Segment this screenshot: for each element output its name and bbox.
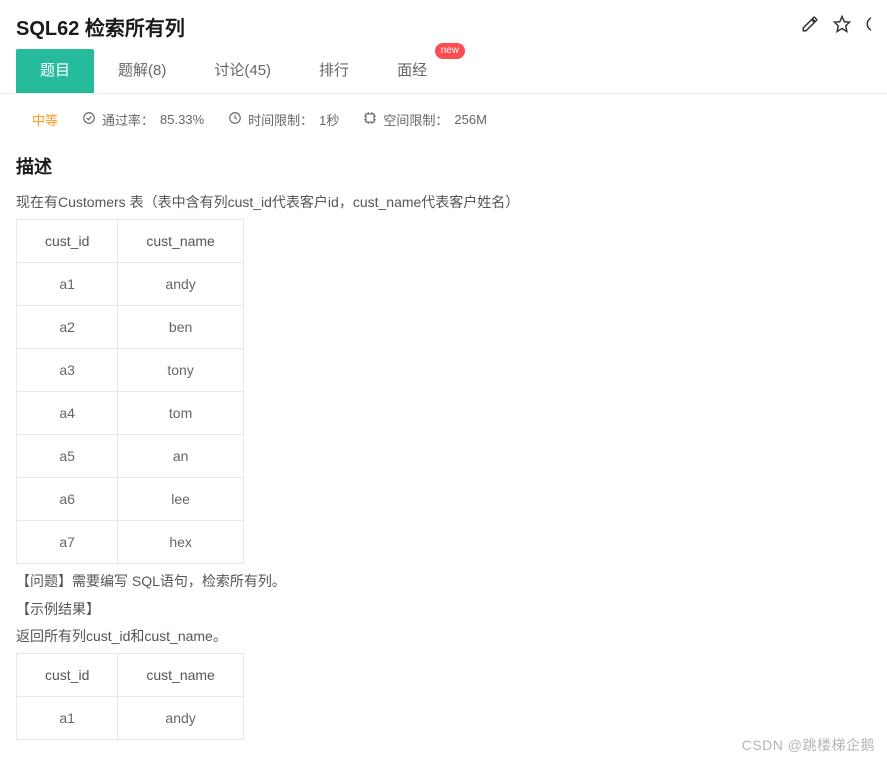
time-limit: 时间限制： 1秒 — [228, 110, 339, 129]
th-cust-name: cust_name — [118, 219, 243, 262]
table-cell: a6 — [17, 477, 118, 520]
pass-value: 85.33% — [160, 112, 204, 127]
table-cell: an — [118, 434, 243, 477]
space-value: 256M — [454, 112, 487, 127]
th2-cust-id: cust_id — [17, 654, 118, 697]
meta-row: 中等 通过率： 85.33% 时间限制： 1秒 空间限制： 256M — [0, 94, 887, 145]
table-row: a1andy — [17, 697, 244, 740]
pass-rate: 通过率： 85.33% — [82, 110, 204, 129]
star-icon[interactable] — [833, 15, 851, 38]
table-cell: a1 — [17, 262, 118, 305]
th-cust-id: cust_id — [17, 219, 118, 262]
th2-cust-name: cust_name — [118, 654, 243, 697]
table-cell: tony — [118, 348, 243, 391]
table-cell: a7 — [17, 520, 118, 563]
time-label: 时间限制： — [248, 110, 313, 129]
tab-ranking[interactable]: 排行 — [295, 49, 373, 93]
memory-icon — [363, 111, 377, 128]
page-title: SQL62 检索所有列 — [16, 12, 185, 41]
table-row: a6lee — [17, 477, 244, 520]
header-actions — [801, 15, 871, 38]
table-cell: lee — [118, 477, 243, 520]
space-limit: 空间限制： 256M — [363, 110, 487, 129]
table-cell: hex — [118, 520, 243, 563]
table-row: a1andy — [17, 262, 244, 305]
content: 描述 现在有Customers 表（表中含有列cust_id代表客户id，cus… — [0, 153, 887, 740]
tab-problem[interactable]: 题目 — [16, 49, 94, 93]
space-label: 空间限制： — [383, 110, 448, 129]
difficulty-badge: 中等 — [32, 110, 58, 129]
table-cell: a4 — [17, 391, 118, 434]
time-value: 1秒 — [319, 110, 339, 129]
tab-interview[interactable]: 面经 new — [373, 49, 451, 93]
table-cell: a5 — [17, 434, 118, 477]
intro-text: 现在有Customers 表（表中含有列cust_id代表客户id，cust_n… — [16, 191, 871, 215]
tab-solutions[interactable]: 题解(8) — [94, 49, 190, 93]
tab-interview-label: 面经 — [397, 62, 427, 79]
table-cell: andy — [118, 697, 243, 740]
table-cell: andy — [118, 262, 243, 305]
customers-table-1: cust_id cust_name a1andya2bena3tonya4tom… — [16, 219, 244, 564]
table-row: a7hex — [17, 520, 244, 563]
table-row: a2ben — [17, 305, 244, 348]
more-icon[interactable] — [865, 15, 871, 38]
check-icon — [82, 111, 96, 128]
table-row: a4tom — [17, 391, 244, 434]
desc-heading: 描述 — [16, 153, 871, 179]
tabs: 题目 题解(8) 讨论(45) 排行 面经 new — [0, 49, 887, 94]
tab-discussion[interactable]: 讨论(45) — [190, 49, 295, 93]
edit-icon[interactable] — [801, 15, 819, 38]
question-line: 【问题】需要编写 SQL语句，检索所有列。 — [16, 570, 871, 594]
clock-icon — [228, 111, 242, 128]
page-header: SQL62 检索所有列 — [0, 0, 887, 49]
table-cell: ben — [118, 305, 243, 348]
table-cell: tom — [118, 391, 243, 434]
table-cell: a1 — [17, 697, 118, 740]
table-cell: a2 — [17, 305, 118, 348]
table-row: a5an — [17, 434, 244, 477]
pass-label: 通过率： — [102, 110, 154, 129]
watermark: CSDN @跳楼梯企鹅 — [742, 735, 875, 755]
example-heading: 【示例结果】 — [16, 598, 871, 622]
table-row: a3tony — [17, 348, 244, 391]
customers-table-2: cust_id cust_name a1andy — [16, 653, 244, 740]
new-badge: new — [435, 43, 465, 59]
example-return: 返回所有列cust_id和cust_name。 — [16, 625, 871, 649]
table-cell: a3 — [17, 348, 118, 391]
